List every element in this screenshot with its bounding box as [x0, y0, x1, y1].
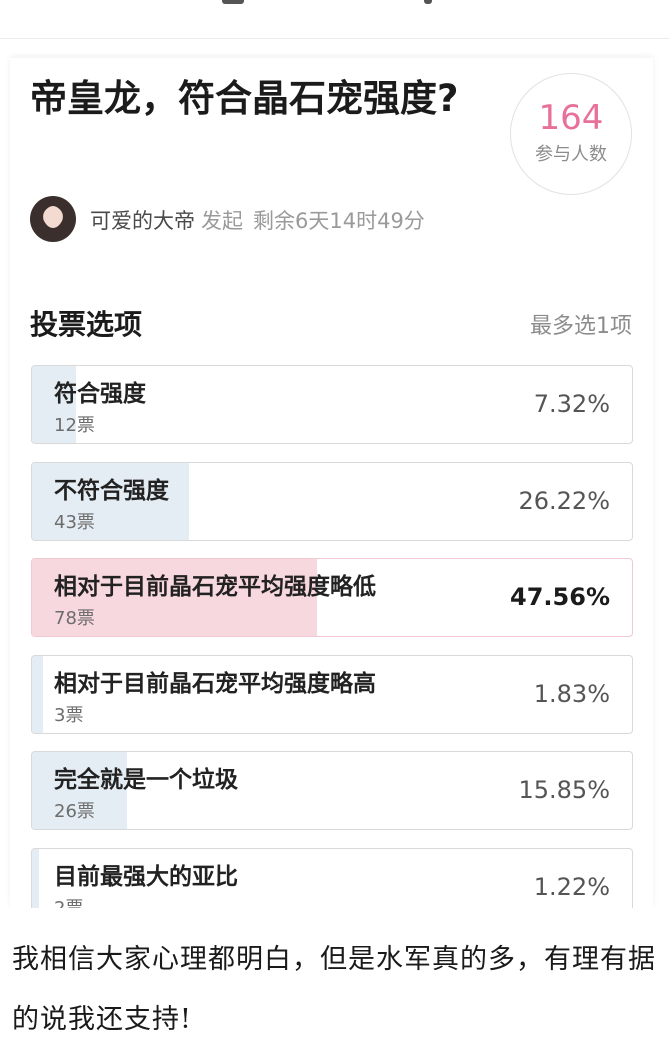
participant-count: 164 参与人数	[510, 73, 632, 195]
poll-option[interactable]: 不符合强度 43票 26.22%	[31, 462, 633, 541]
option-votes: 2票	[54, 894, 83, 908]
option-votes: 78票	[54, 608, 95, 629]
handwritten-caption: 我相信大家心理都明白，但是水军真的多，有理有据的说我还支持!	[12, 944, 656, 1035]
participant-count-number: 164	[538, 98, 604, 138]
time-remaining: 剩余6天14时49分	[253, 209, 425, 233]
max-choice-hint: 最多选1项	[530, 314, 632, 339]
status-mark	[222, 0, 244, 4]
option-percent: 15.85%	[518, 776, 610, 804]
option-label: 相对于目前晶石宠平均强度略低	[54, 574, 376, 600]
option-percent: 7.32%	[533, 390, 610, 418]
poll-card: 帝皇龙，符合晶石宠强度? 164 参与人数 可爱的大帝 发起 剩余6天14时49分 …	[10, 58, 653, 908]
author-name[interactable]: 可爱的大帝	[90, 209, 195, 233]
options-heading: 投票选项	[30, 308, 143, 341]
option-votes: 26票	[54, 801, 95, 822]
poll-option[interactable]: 符合强度 12票 7.32%	[31, 365, 633, 444]
status-mark	[424, 0, 432, 4]
option-fill-bar	[32, 656, 43, 733]
option-label: 目前最强大的亚比	[54, 864, 238, 890]
option-percent: 47.56%	[510, 583, 610, 611]
poll-option[interactable]: 完全就是一个垃圾 26票 15.85%	[31, 751, 633, 830]
option-percent: 1.22%	[533, 873, 610, 901]
author-action: 发起	[201, 209, 243, 233]
participant-count-label: 参与人数	[535, 144, 607, 165]
option-percent: 1.83%	[533, 680, 610, 708]
option-label: 符合强度	[54, 381, 146, 407]
option-fill-bar	[32, 849, 40, 908]
status-bar	[0, 0, 669, 39]
option-label: 不符合强度	[54, 478, 169, 504]
option-label: 完全就是一个垃圾	[54, 767, 238, 793]
option-percent: 26.22%	[518, 487, 610, 515]
poll-option[interactable]: 目前最强大的亚比 2票 1.22%	[31, 848, 633, 908]
poll-option-leading[interactable]: 相对于目前晶石宠平均强度略低 78票 47.56%	[31, 558, 633, 637]
option-votes: 3票	[54, 705, 84, 726]
poll-option[interactable]: 相对于目前晶石宠平均强度略高 3票 1.83%	[31, 655, 633, 734]
option-votes: 43票	[54, 512, 95, 533]
option-votes: 12票	[54, 415, 95, 436]
poll-title: 帝皇龙，符合晶石宠强度?	[30, 77, 459, 120]
option-label: 相对于目前晶石宠平均强度略高	[54, 671, 376, 697]
poll-meta: 可爱的大帝 发起 剩余6天14时49分	[30, 196, 630, 244]
avatar[interactable]	[30, 196, 76, 242]
